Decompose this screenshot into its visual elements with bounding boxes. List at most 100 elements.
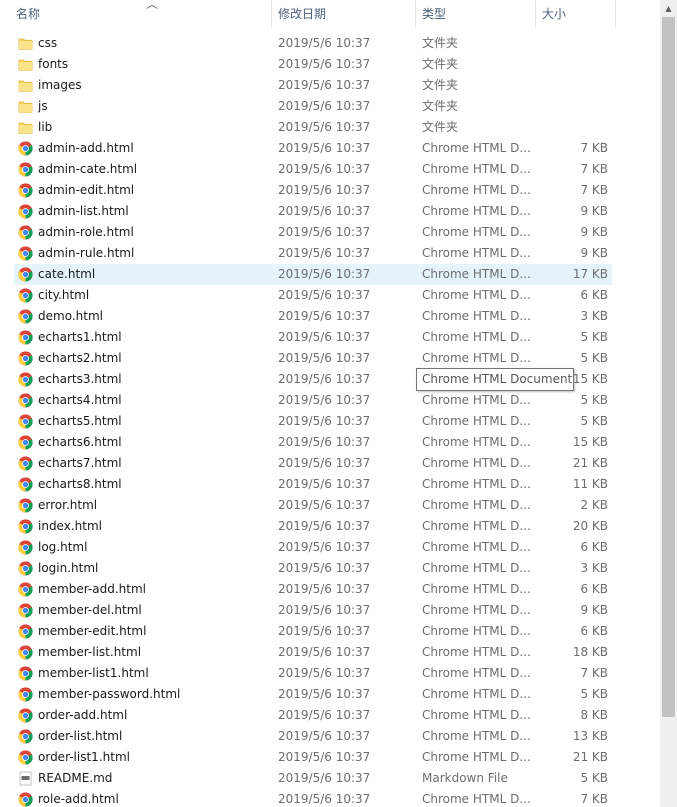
file-row[interactable]: admin-rule.html 2019/5/6 10:37 Chrome HTML… — [0, 243, 660, 264]
file-size: 8 KB — [580, 708, 608, 722]
file-row[interactable]: member-add.html 2019/5/6 10:37 Chrome HTML… — [0, 579, 660, 600]
column-header-name[interactable]: 名称 ^ — [10, 0, 272, 28]
file-type: Markdown File — [422, 771, 508, 785]
file-row[interactable]: role-add.html 2019/5/6 10:37 Chrome HTML D… — [0, 789, 660, 807]
file-date: 2019/5/6 10:37 — [278, 141, 371, 155]
file-date: 2019/5/6 10:37 — [278, 729, 371, 743]
file-row[interactable]: images 2019/5/6 10:37 文件夹 — [0, 75, 660, 96]
column-header-size[interactable]: 大小 — [536, 0, 616, 28]
file-name: README.md — [38, 771, 113, 785]
file-row[interactable]: city.html 2019/5/6 10:37 Chrome HTML D... 6… — [0, 285, 660, 306]
file-row[interactable]: css 2019/5/6 10:37 文件夹 — [0, 33, 660, 54]
chrome-icon — [18, 666, 33, 681]
file-size: 3 KB — [580, 561, 608, 575]
file-row[interactable]: lib 2019/5/6 10:37 文件夹 — [0, 117, 660, 138]
file-type: Chrome HTML D... — [422, 561, 531, 575]
scroll-up-arrow-icon[interactable]: ▲ — [660, 0, 677, 17]
file-row[interactable]: index.html 2019/5/6 10:37 Chrome HTML D...… — [0, 516, 660, 537]
scroll-thumb[interactable] — [662, 17, 675, 717]
file-size: 21 KB — [572, 750, 608, 764]
file-row[interactable]: echarts7.html 2019/5/6 10:37 Chrome HTML D… — [0, 453, 660, 474]
file-name: echarts2.html — [38, 351, 122, 365]
file-row[interactable]: cate.html 2019/5/6 10:37 Chrome HTML D... 1… — [0, 264, 660, 285]
file-row[interactable]: admin-role.html 2019/5/6 10:37 Chrome HTML… — [0, 222, 660, 243]
file-row[interactable]: admin-add.html 2019/5/6 10:37 Chrome HTML … — [0, 138, 660, 159]
file-date: 2019/5/6 10:37 — [278, 540, 371, 554]
file-size — [540, 96, 608, 117]
file-row[interactable]: admin-list.html 2019/5/6 10:37 Chrome HTML… — [0, 201, 660, 222]
file-row[interactable]: admin-cate.html 2019/5/6 10:37 Chrome HTML… — [0, 159, 660, 180]
file-size: 18 KB — [572, 645, 608, 659]
file-name: admin-list.html — [38, 204, 129, 218]
file-name: member-edit.html — [38, 624, 147, 638]
file-row[interactable]: error.html 2019/5/6 10:37 Chrome HTML D...… — [0, 495, 660, 516]
file-type: 文件夹 — [422, 57, 459, 71]
file-date: 2019/5/6 10:37 — [278, 582, 371, 596]
file-row[interactable]: echarts1.html 2019/5/6 10:37 Chrome HTML D… — [0, 327, 660, 348]
file-type: Chrome HTML D... — [422, 519, 531, 533]
file-name: member-password.html — [38, 687, 181, 701]
file-date: 2019/5/6 10:37 — [278, 309, 371, 323]
file-row[interactable]: member-password.html 2019/5/6 10:37 Chrome… — [0, 684, 660, 705]
file-row[interactable]: echarts4.html 2019/5/6 10:37 Chrome HTML D… — [0, 390, 660, 411]
file-date: 2019/5/6 10:37 — [278, 645, 371, 659]
file-date: 2019/5/6 10:37 — [278, 120, 371, 134]
file-size: 7 KB — [580, 792, 608, 806]
file-size: 6 KB — [580, 582, 608, 596]
file-type: Chrome HTML D... — [422, 729, 531, 743]
file-date: 2019/5/6 10:37 — [278, 204, 371, 218]
chrome-icon — [18, 372, 33, 387]
file-type: Chrome HTML D... — [422, 183, 531, 197]
file-type: Chrome HTML D... — [422, 645, 531, 659]
file-row[interactable]: fonts 2019/5/6 10:37 文件夹 — [0, 54, 660, 75]
file-size: 17 KB — [572, 267, 608, 281]
file-row[interactable]: member-list1.html 2019/5/6 10:37 Chrome HT… — [0, 663, 660, 684]
file-row[interactable]: member-list.html 2019/5/6 10:37 Chrome HTM… — [0, 642, 660, 663]
file-date: 2019/5/6 10:37 — [278, 330, 371, 344]
file-row[interactable]: echarts8.html 2019/5/6 10:37 Chrome HTML D… — [0, 474, 660, 495]
file-row[interactable]: member-edit.html 2019/5/6 10:37 Chrome HTM… — [0, 621, 660, 642]
file-size: 6 KB — [580, 540, 608, 554]
file-size: 20 KB — [572, 519, 608, 533]
file-row[interactable]: login.html 2019/5/6 10:37 Chrome HTML D...… — [0, 558, 660, 579]
file-name: index.html — [38, 519, 102, 533]
file-row[interactable]: admin-edit.html 2019/5/6 10:37 Chrome HTML… — [0, 180, 660, 201]
file-type: Chrome HTML D... — [422, 582, 531, 596]
file-date: 2019/5/6 10:37 — [278, 414, 371, 428]
vertical-scrollbar[interactable]: ▲ — [660, 0, 677, 807]
file-size: 6 KB — [580, 624, 608, 638]
file-row[interactable]: order-add.html 2019/5/6 10:37 Chrome HTML … — [0, 705, 660, 726]
file-size: 7 KB — [580, 162, 608, 176]
file-name: demo.html — [38, 309, 103, 323]
file-row[interactable]: echarts2.html 2019/5/6 10:37 Chrome HTML D… — [0, 348, 660, 369]
file-type: Chrome HTML D... — [422, 351, 531, 365]
chrome-icon — [18, 204, 33, 219]
file-size: 21 KB — [572, 456, 608, 470]
column-header-name-label: 名称 — [16, 7, 41, 21]
column-header-type[interactable]: 类型 — [416, 0, 536, 28]
file-name: lib — [38, 120, 53, 134]
file-row[interactable]: order-list.html 2019/5/6 10:37 Chrome HTML… — [0, 726, 660, 747]
file-row[interactable]: order-list1.html 2019/5/6 10:37 Chrome HTM… — [0, 747, 660, 768]
file-row[interactable]: README.md 2019/5/6 10:37 Markdown File 5 KB — [0, 768, 660, 789]
file-row[interactable]: demo.html 2019/5/6 10:37 Chrome HTML D... 3… — [0, 306, 660, 327]
column-header-size-label: 大小 — [542, 7, 567, 21]
file-date: 2019/5/6 10:37 — [278, 288, 371, 302]
file-row[interactable]: js 2019/5/6 10:37 文件夹 — [0, 96, 660, 117]
file-name: cate.html — [38, 267, 96, 281]
file-name: log.html — [38, 540, 88, 554]
file-size: 2 KB — [580, 498, 608, 512]
file-type: Chrome HTML D... — [422, 456, 531, 470]
file-type: Chrome HTML D... — [422, 750, 531, 764]
column-header-date[interactable]: 修改日期 — [272, 0, 416, 28]
file-row[interactable]: member-del.html 2019/5/6 10:37 Chrome HTML… — [0, 600, 660, 621]
file-row[interactable]: log.html 2019/5/6 10:37 Chrome HTML D... 6 … — [0, 537, 660, 558]
file-type: Chrome HTML D... — [422, 498, 531, 512]
file-date: 2019/5/6 10:37 — [278, 666, 371, 680]
file-size — [540, 117, 608, 138]
file-name: admin-edit.html — [38, 183, 135, 197]
file-row[interactable]: echarts5.html 2019/5/6 10:37 Chrome HTML D… — [0, 411, 660, 432]
file-name: error.html — [38, 498, 98, 512]
file-row[interactable]: echarts6.html 2019/5/6 10:37 Chrome HTML D… — [0, 432, 660, 453]
file-date: 2019/5/6 10:37 — [278, 78, 371, 92]
